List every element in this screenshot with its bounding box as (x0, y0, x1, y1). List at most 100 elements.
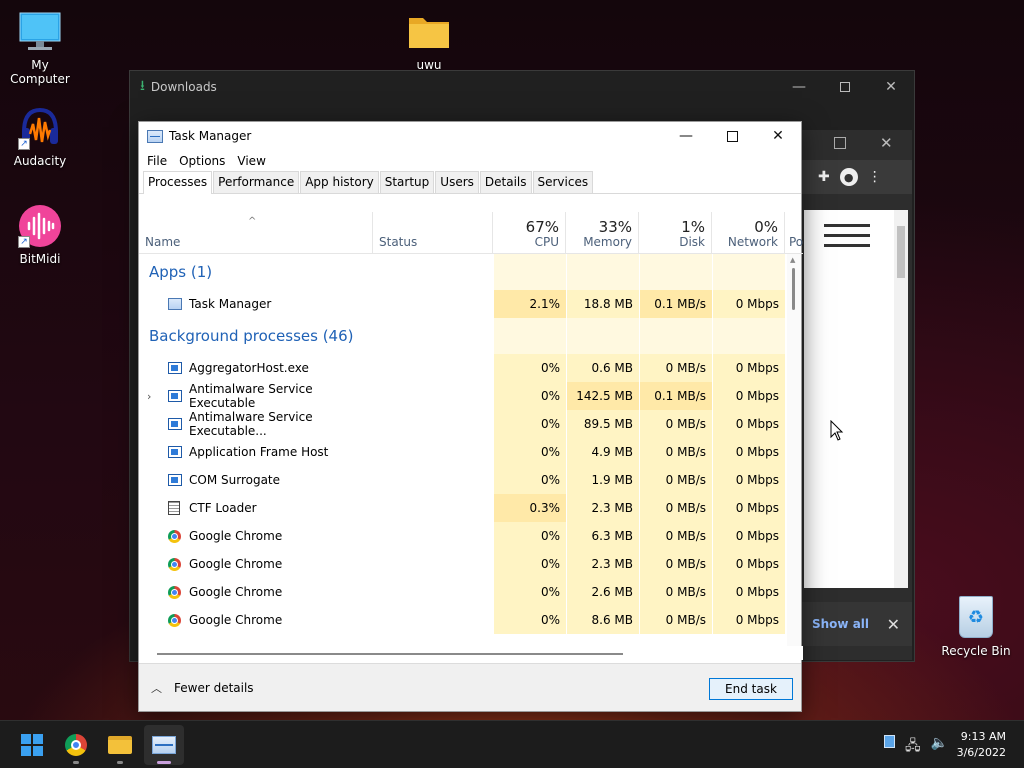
service-icon (168, 390, 182, 402)
table-row[interactable]: AggregatorHost.exe 0% 0.6 MB 0 MB/s 0 Mb… (139, 354, 803, 382)
profile-avatar-icon[interactable]: ● (839, 168, 858, 186)
horizontal-scrollbar[interactable] (139, 646, 803, 660)
group-header-background-processes[interactable]: Background processes (46) (139, 318, 803, 354)
recycle-bin-icon (959, 596, 993, 638)
desktop-icon-bitmidi[interactable]: ↗ BitMidi (0, 204, 80, 266)
process-rows: Apps (1) Task Manager 2.1% 18.8 MB 0.1 M… (139, 254, 803, 634)
table-row[interactable]: Antimalware Service Executable... 0% 89.… (139, 410, 803, 438)
table-row[interactable]: Application Frame Host 0% 4.9 MB 0 MB/s … (139, 438, 803, 466)
hamburger-menu-icon[interactable] (824, 224, 870, 254)
table-row[interactable]: Task Manager 2.1% 18.8 MB 0.1 MB/s 0 Mbp… (139, 290, 803, 318)
desktop-icon-label: Audacity (13, 154, 67, 168)
desktop-icon-uwu-folder[interactable]: uwu (389, 10, 469, 72)
tab-performance[interactable]: Performance (213, 171, 300, 193)
chrome-window[interactable]: ✕ ✚ ● ⋮ Show all ✕ (800, 130, 912, 660)
chrome-close-button[interactable]: ✕ (880, 134, 893, 152)
minimize-button[interactable]: — (663, 122, 709, 150)
tab-services[interactable]: Services (532, 171, 594, 193)
tab-app-history[interactable]: App history (300, 171, 379, 193)
windows-logo-icon (21, 734, 43, 756)
folder-icon (108, 736, 132, 754)
scrollbar-thumb[interactable] (157, 653, 623, 655)
extensions-puzzle-icon[interactable]: ✚ (818, 169, 830, 185)
table-row[interactable]: Google Chrome 0% 6.3 MB 0 MB/s 0 Mbps (139, 522, 803, 550)
memory-total: 33% (598, 218, 632, 236)
maximize-button[interactable] (709, 122, 755, 150)
chrome-icon (168, 613, 181, 627)
tab-details[interactable]: Details (479, 171, 532, 193)
column-header-memory[interactable]: 33% Memory (566, 212, 639, 253)
chrome-icon (168, 585, 181, 599)
kebab-menu-icon[interactable]: ⋮ (868, 169, 882, 185)
audacity-icon: ↗ (18, 106, 62, 150)
table-row[interactable]: COM Surrogate 0% 1.9 MB 0 MB/s 0 Mbps (139, 466, 803, 494)
column-header-power[interactable]: Po (785, 212, 803, 253)
disk-total: 1% (681, 218, 705, 236)
column-header-cpu[interactable]: 67% CPU (493, 212, 566, 253)
minimize-button[interactable]: — (776, 71, 822, 103)
table-row[interactable]: › Antimalware Service Executable 0% 142.5… (139, 382, 803, 410)
group-header-apps[interactable]: Apps (1) (139, 254, 803, 290)
monitor-icon (18, 10, 62, 54)
chevron-right-icon[interactable]: › (147, 390, 151, 403)
tab-users[interactable]: Users (435, 171, 479, 193)
start-button[interactable] (12, 725, 52, 765)
desktop-icon-recycle-bin[interactable]: Recycle Bin (940, 596, 1012, 658)
show-all-downloads-link[interactable]: Show all (812, 617, 869, 631)
tab-processes[interactable]: Processes (143, 171, 213, 194)
tablet-mode-icon[interactable] (883, 735, 895, 748)
chrome-icon (168, 557, 181, 571)
column-header-name[interactable]: ^ Name (139, 212, 373, 253)
network-icon[interactable]: 🖧 (905, 735, 921, 759)
tab-startup[interactable]: Startup (379, 171, 435, 193)
sort-caret-up-icon: ^ (248, 216, 257, 227)
column-header-status[interactable]: Status (373, 212, 493, 253)
chrome-titlebar[interactable]: ✕ (800, 130, 912, 160)
vertical-scrollbar[interactable]: ▲ (787, 254, 801, 646)
close-download-bar-icon[interactable]: ✕ (887, 615, 900, 634)
table-row[interactable]: Google Chrome 0% 8.6 MB 0 MB/s 0 Mbps (139, 606, 803, 634)
taskbar-clock[interactable]: 9:13 AM 3/6/2022 (957, 729, 1006, 761)
maximize-button[interactable] (822, 71, 868, 103)
chrome-maximize-button[interactable] (834, 137, 846, 149)
menu-file[interactable]: File (141, 154, 173, 168)
close-button[interactable]: ✕ (868, 71, 914, 103)
process-grid: ^ Name Status 67% CPU 33% Memory 1% Disk… (139, 212, 803, 646)
task-manager-icon (152, 736, 176, 754)
ctf-loader-icon (168, 501, 180, 515)
column-header-disk[interactable]: 1% Disk (639, 212, 712, 253)
scroll-up-arrow-icon[interactable]: ▲ (790, 256, 795, 264)
chrome-scrollbar[interactable] (894, 210, 908, 588)
network-total: 0% (754, 218, 778, 236)
task-manager-footer: ︿ Fewer details End task (139, 663, 801, 711)
table-row[interactable]: Google Chrome 0% 2.6 MB 0 MB/s 0 Mbps (139, 578, 803, 606)
chevron-up-icon: ︿ (151, 681, 162, 695)
taskbar-file-explorer[interactable] (100, 725, 140, 765)
scrollbar-thumb[interactable] (792, 268, 795, 310)
system-tray: 🖧 🔈 (883, 735, 948, 759)
service-icon (168, 446, 182, 458)
tab-strip: Processes Performance App history Startu… (139, 171, 801, 194)
table-row[interactable]: Google Chrome 0% 2.3 MB 0 MB/s 0 Mbps (139, 550, 803, 578)
close-button[interactable]: ✕ (755, 122, 801, 150)
service-icon (168, 418, 182, 430)
fewer-details-toggle[interactable]: ︿ Fewer details (151, 680, 254, 696)
desktop-icon-audacity[interactable]: ↗ Audacity (0, 106, 80, 168)
taskbar-task-manager[interactable] (144, 725, 184, 765)
menu-options[interactable]: Options (173, 154, 231, 168)
menu-view[interactable]: View (231, 154, 271, 168)
desktop-icon-label: My Computer (10, 58, 70, 86)
taskbar: 🖧 🔈 9:13 AM 3/6/2022 (0, 720, 1024, 768)
chrome-icon (168, 529, 181, 543)
column-header-network[interactable]: 0% Network (712, 212, 785, 253)
service-icon (168, 474, 182, 486)
table-row[interactable]: CTF Loader 0.3% 2.3 MB 0 MB/s 0 Mbps (139, 494, 803, 522)
shortcut-arrow-icon: ↗ (18, 138, 30, 150)
volume-icon[interactable]: 🔈 (931, 735, 948, 759)
desktop-icon-label: BitMidi (19, 252, 61, 266)
task-manager-window[interactable]: Task Manager — ✕ File Options View Proce… (138, 121, 803, 712)
desktop-icon-my-computer[interactable]: My Computer (0, 10, 80, 86)
taskbar-chrome[interactable] (56, 725, 96, 765)
task-manager-titlebar[interactable]: Task Manager — ✕ (139, 122, 801, 150)
end-task-button[interactable]: End task (709, 678, 793, 700)
